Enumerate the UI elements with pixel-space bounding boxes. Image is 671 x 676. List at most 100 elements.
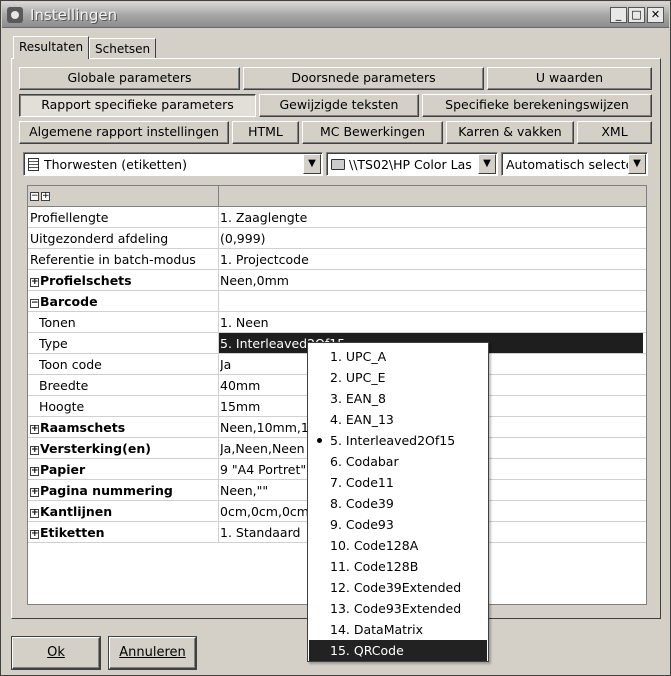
property-name: Toon code [39,357,225,372]
property-name: Profiellengte [30,210,216,225]
property-name-text: Referentie in batch-modus [30,252,196,267]
printer-select[interactable]: \\TS02\HP Color Las ▼ [326,152,498,176]
property-name-text: Papier [40,462,86,477]
dropdown-option[interactable]: 11. Code128B [309,556,487,577]
mc-operations-button[interactable]: MC Bewerkingen [302,121,443,144]
grid-row[interactable]: Profiellengte 1. Zaaglengte [28,207,646,228]
cross-section-parameters-button[interactable]: Doorsnede parameters [243,67,484,90]
changed-texts-button[interactable]: Gewijzigde teksten [259,94,419,117]
expand-icon[interactable]: + [30,446,39,455]
expand-icon[interactable]: + [30,425,39,434]
dropdown-option-label: 1. UPC_A [330,349,387,364]
dropdown-option[interactable]: 1. UPC_A [309,346,487,367]
title-bar[interactable]: Instellingen _ □ ✕ [2,2,669,28]
ok-label: Ok [47,645,65,660]
chevron-down-icon[interactable]: ▼ [478,154,496,174]
cancel-label: Annuleren [119,645,186,660]
dropdown-option[interactable]: 6. Codabar [309,451,487,472]
global-parameters-button[interactable]: Globale parameters [19,67,240,90]
grid-row[interactable]: −Barcode [28,291,646,312]
chevron-down-icon[interactable]: ▼ [628,154,646,174]
ok-button[interactable]: Ok [12,637,100,669]
property-value[interactable]: (0,999) [220,231,644,246]
property-name: Type [39,336,225,351]
dropdown-option-label: 13. Code93Extended [330,601,462,616]
dropdown-option[interactable]: 12. Code39Extended [309,577,487,598]
window-title: Instellingen [30,6,118,24]
minimize-button[interactable]: _ [610,7,627,23]
dropdown-option[interactable]: 5. Interleaved2Of15 [309,430,487,451]
property-value[interactable]: 1. Neen [220,315,644,330]
u-values-button[interactable]: U waarden [487,67,652,90]
column-divider [218,480,219,501]
expand-icon[interactable]: + [30,467,39,476]
mode-select[interactable]: Automatisch selecte ▼ [501,152,648,176]
tab-schetsen[interactable]: Schetsen [89,38,157,58]
expand-all-icon[interactable]: + [41,192,50,201]
property-name: Uitgezonderd afdeling [30,231,216,246]
cancel-button[interactable]: Annuleren [109,637,196,669]
carts-and-compartments-button[interactable]: Karren & vakken [446,121,574,144]
specific-calculation-methods-button[interactable]: Specifieke berekeningswijzen [422,94,652,117]
property-name-text: Raamschets [40,420,126,435]
mode-select-value: Automatisch selecte [506,157,628,172]
chevron-down-icon[interactable]: ▼ [303,154,321,174]
grid-row[interactable]: +Profielschets Neen,0mm [28,270,646,291]
general-report-settings-button[interactable]: Algemene rapport instellingen [19,121,229,144]
maximize-button[interactable]: □ [628,7,645,23]
property-name: +Etiketten [30,525,216,540]
dropdown-option[interactable]: 7. Code11 [309,472,487,493]
dropdown-option[interactable]: 8. Code39 [309,493,487,514]
dropdown-option-label: 7. Code11 [330,475,394,490]
expand-icon[interactable]: + [30,488,39,497]
property-name-text: Barcode [40,294,98,309]
tab-resultaten[interactable]: Resultaten [13,36,90,59]
dropdown-option[interactable]: 3. EAN_8 [309,388,487,409]
grid-row[interactable]: Uitgezonderd afdeling (0,999) [28,228,646,249]
property-name: +Versterking(en) [30,441,216,456]
expand-icon[interactable]: + [30,509,39,518]
selected-bullet-icon [317,438,322,443]
grid-row[interactable]: Tonen 1. Neen [28,312,646,333]
property-name: Tonen [39,315,225,330]
report-specific-parameters-button[interactable]: Rapport specifieke parameters [19,94,256,117]
dropdown-option-label: 6. Codabar [330,454,399,469]
grid-row[interactable]: Referentie in batch-modus 1. Projectcode [28,249,646,270]
dropdown-option-label: 11. Code128B [330,559,419,574]
dropdown-option[interactable]: 4. EAN_13 [309,409,487,430]
barcode-type-dropdown[interactable]: 1. UPC_A 2. UPC_E 3. EAN_8 4. EAN_13 5. Inte… [307,342,489,662]
property-value[interactable]: 1. Zaaglengte [220,210,644,225]
printer-select-value: \\TS02\HP Color Las [349,157,472,172]
property-value[interactable]: 1. Projectcode [220,252,644,267]
column-divider [218,396,219,417]
property-name-text: Etiketten [40,525,105,540]
column-divider [218,270,219,291]
property-name-text: Hoogte [39,399,85,414]
dropdown-option[interactable]: 2. UPC_E [309,367,487,388]
property-name-text: Uitgezonderd afdeling [30,231,169,246]
collapse-all-icon[interactable]: − [30,192,39,201]
report-select[interactable]: Thorwesten (etiketten) ▼ [23,152,323,176]
dropdown-option-label: 3. EAN_8 [330,391,386,406]
column-divider[interactable] [218,186,219,207]
html-button[interactable]: HTML [232,121,299,144]
property-name: Breedte [39,378,225,393]
dropdown-option-label: 12. Code39Extended [330,580,462,595]
close-button[interactable]: ✕ [647,7,664,23]
property-name-text: Versterking(en) [40,441,151,456]
xml-button[interactable]: XML [577,121,652,144]
collapse-icon[interactable]: − [30,299,39,308]
expand-icon[interactable]: + [30,530,39,539]
dropdown-option[interactable]: 14. DataMatrix [309,619,487,640]
property-value[interactable]: Neen,0mm [220,273,644,288]
dropdown-option[interactable]: 13. Code93Extended [309,598,487,619]
dropdown-option-label: 5. Interleaved2Of15 [330,433,456,448]
dropdown-option[interactable]: 9. Code93 [309,514,487,535]
property-name-text: Profiellengte [30,210,109,225]
report-icon [28,158,39,171]
property-name-text: Toon code [39,357,102,372]
dropdown-option[interactable]: 10. Code128A [309,535,487,556]
property-name-text: Pagina nummering [40,483,173,498]
expand-icon[interactable]: + [30,278,39,287]
dropdown-option[interactable]: 15. QRCode [309,640,487,661]
